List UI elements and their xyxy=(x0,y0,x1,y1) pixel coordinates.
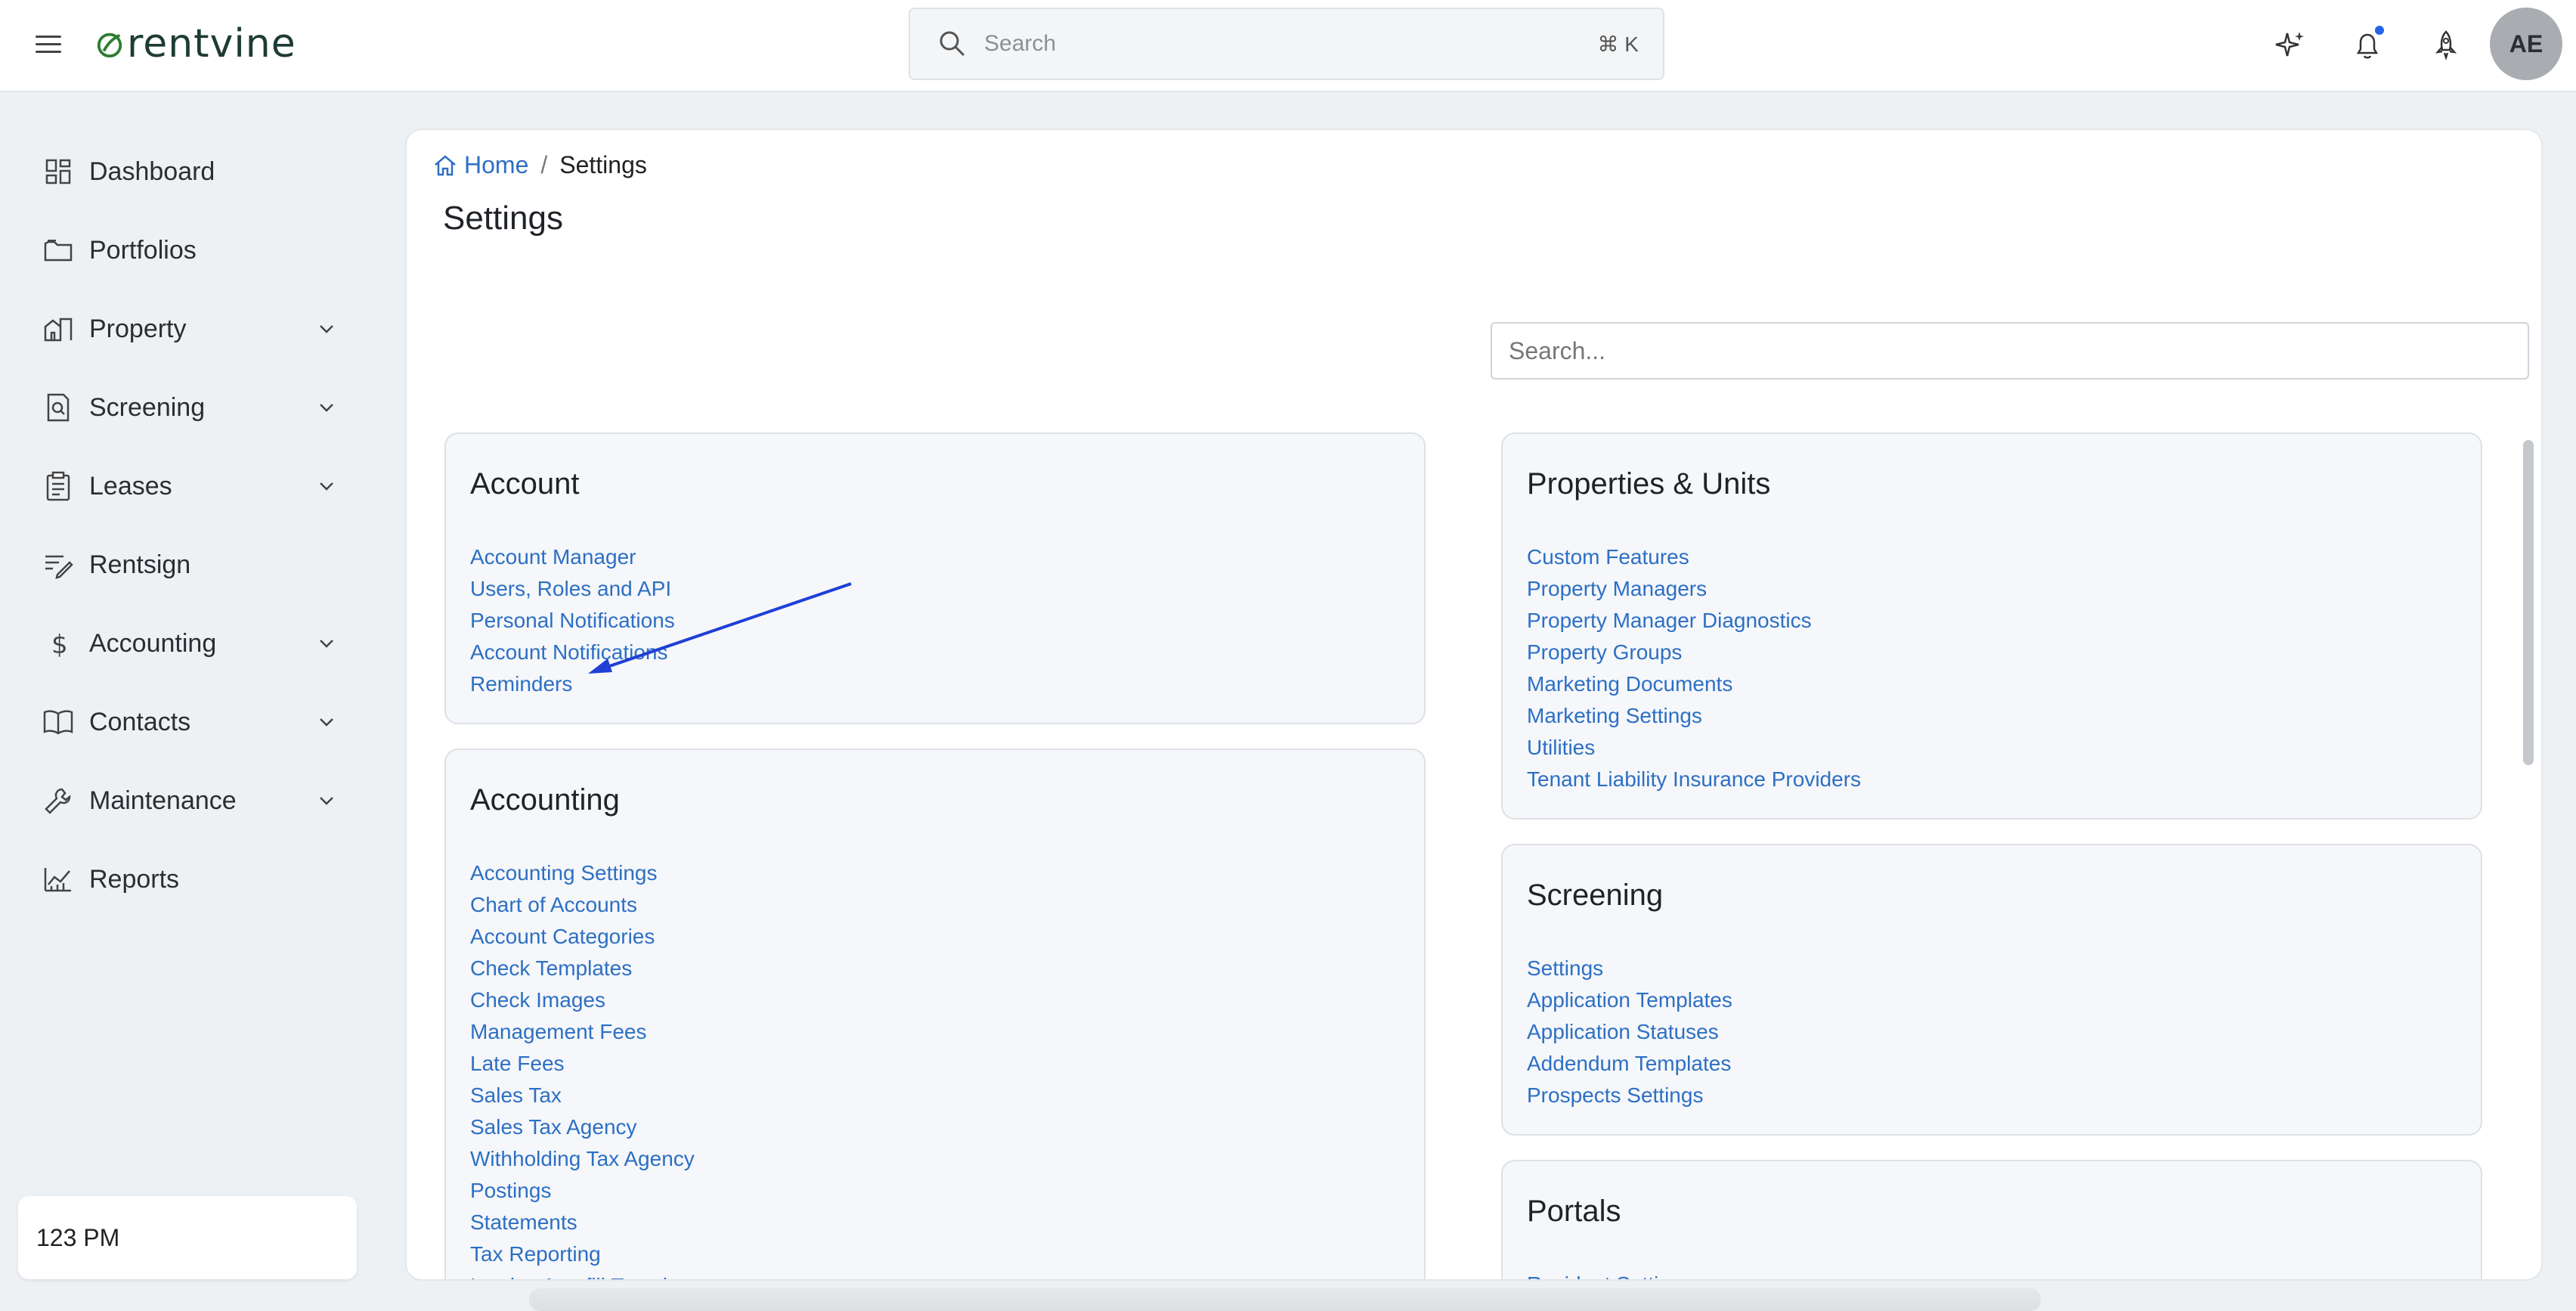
sidebar-item-label: Reports xyxy=(89,864,180,894)
sidebar-item-screening[interactable]: Screening xyxy=(42,381,345,434)
logo-text: rentvine xyxy=(127,21,296,67)
sidebar-item-property[interactable]: Property xyxy=(42,302,345,355)
screening-links: Settings Application Templates Applicati… xyxy=(1527,953,1732,1111)
sidebar-item-dashboard[interactable]: Dashboard xyxy=(42,145,345,198)
sidebar-item-label: Accounting xyxy=(89,628,217,658)
link-invoice-autofill-templates[interactable]: Invoice Autofill Templates xyxy=(470,1270,707,1279)
link-tax-reporting[interactable]: Tax Reporting xyxy=(470,1238,707,1270)
sparkles-icon[interactable] xyxy=(2272,27,2308,64)
link-custom-features[interactable]: Custom Features xyxy=(1527,541,1861,573)
link-late-fees[interactable]: Late Fees xyxy=(470,1048,707,1080)
link-tenant-liability-insurance-providers[interactable]: Tenant Liability Insurance Providers xyxy=(1527,764,1861,795)
screening-card: Screening Settings Application Templates… xyxy=(1501,844,2482,1136)
link-statements[interactable]: Statements xyxy=(470,1207,707,1238)
properties-units-card: Properties & Units Custom Features Prope… xyxy=(1501,432,2482,820)
leaf-icon xyxy=(97,33,122,58)
card-title: Portals xyxy=(1527,1195,1621,1228)
time-widget: 123 PM xyxy=(18,1196,357,1279)
link-sales-tax[interactable]: Sales Tax xyxy=(470,1080,707,1111)
chevron-down-icon xyxy=(320,797,333,805)
link-accounting-settings[interactable]: Accounting Settings xyxy=(470,857,707,889)
sidebar-item-reports[interactable]: Reports xyxy=(42,853,345,906)
link-chart-of-accounts[interactable]: Chart of Accounts xyxy=(470,889,707,921)
settings-panel: Home / Settings Settings Account Account… xyxy=(405,129,2543,1281)
sidebar-item-label: Leases xyxy=(89,471,172,501)
top-bar: rentvine Search ⌘ K AE xyxy=(0,0,2576,92)
link-postings[interactable]: Postings xyxy=(470,1175,707,1207)
global-search[interactable]: Search ⌘ K xyxy=(909,8,1664,80)
link-check-images[interactable]: Check Images xyxy=(470,984,707,1016)
accounting-card: Accounting Accounting Settings Chart of … xyxy=(444,748,1426,1279)
book-icon xyxy=(43,710,73,735)
sign-icon xyxy=(45,555,73,579)
sidebar-item-accounting[interactable]: $ Accounting xyxy=(42,617,345,670)
sidebar-item-label: Contacts xyxy=(89,707,191,736)
chart-icon xyxy=(44,868,71,892)
sidebar-item-portfolios[interactable]: Portfolios xyxy=(42,224,345,277)
link-marketing-documents[interactable]: Marketing Documents xyxy=(1527,668,1861,700)
link-application-statuses[interactable]: Application Statuses xyxy=(1527,1016,1732,1048)
menu-icon[interactable] xyxy=(33,30,63,60)
link-application-templates[interactable]: Application Templates xyxy=(1527,984,1732,1016)
link-property-manager-diagnostics[interactable]: Property Manager Diagnostics xyxy=(1527,605,1861,637)
svg-text:$: $ xyxy=(51,630,68,659)
chevron-down-icon xyxy=(320,718,333,727)
chevron-down-icon xyxy=(320,640,333,648)
link-screening-settings[interactable]: Settings xyxy=(1527,953,1732,984)
dollar-icon: $ xyxy=(51,630,68,659)
card-title: Screening xyxy=(1527,879,1664,912)
chevron-down-icon xyxy=(320,325,333,333)
grid-icon xyxy=(45,159,71,184)
link-check-templates[interactable]: Check Templates xyxy=(470,953,707,984)
sidebar: Dashboard Portfolios Property Screening … xyxy=(0,94,378,1311)
sidebar-item-label: Screening xyxy=(89,392,206,422)
search-placeholder: Search xyxy=(984,31,1057,56)
link-marketing-settings[interactable]: Marketing Settings xyxy=(1527,700,1861,732)
portals-card: Portals Resident Settings xyxy=(1501,1160,2482,1279)
link-addendum-templates[interactable]: Addendum Templates xyxy=(1527,1048,1732,1080)
sidebar-item-label: Property xyxy=(89,314,187,343)
accounting-links: Accounting Settings Chart of Accounts Ac… xyxy=(470,857,707,1279)
link-withholding-tax-agency[interactable]: Withholding Tax Agency xyxy=(470,1143,707,1175)
building-icon xyxy=(44,318,73,342)
link-sales-tax-agency[interactable]: Sales Tax Agency xyxy=(470,1111,707,1143)
link-management-fees[interactable]: Management Fees xyxy=(470,1016,707,1048)
clipboard-icon xyxy=(46,471,70,501)
link-resident-settings[interactable]: Resident Settings xyxy=(1527,1269,1692,1279)
rocket-icon[interactable] xyxy=(2428,27,2464,64)
rentvine-logo[interactable]: rentvine xyxy=(95,20,296,68)
card-title: Accounting xyxy=(470,783,620,817)
card-title: Properties & Units xyxy=(1527,467,1771,501)
horizontal-scrollbar[interactable] xyxy=(529,1288,2041,1311)
sidebar-item-label: Maintenance xyxy=(89,786,237,815)
chevron-down-icon xyxy=(320,482,333,491)
document-search-icon xyxy=(47,393,70,422)
sidebar-item-maintenance[interactable]: Maintenance xyxy=(42,774,345,827)
sidebar-item-leases[interactable]: Leases xyxy=(42,460,345,513)
chevron-down-icon xyxy=(320,404,333,412)
link-account-categories[interactable]: Account Categories xyxy=(470,921,707,953)
portals-links: Resident Settings xyxy=(1527,1269,1692,1279)
user-avatar[interactable]: AE xyxy=(2490,8,2562,80)
wrench-icon xyxy=(45,788,71,814)
sidebar-item-label: Portfolios xyxy=(89,235,197,265)
properties-links: Custom Features Property Managers Proper… xyxy=(1527,541,1861,795)
settings-search-input[interactable] xyxy=(1491,322,2529,380)
link-property-groups[interactable]: Property Groups xyxy=(1527,637,1861,668)
sidebar-item-contacts[interactable]: Contacts xyxy=(42,696,345,748)
link-property-managers[interactable]: Property Managers xyxy=(1527,573,1861,605)
search-icon xyxy=(940,31,965,57)
link-prospects-settings[interactable]: Prospects Settings xyxy=(1527,1080,1732,1111)
annotation-arrow xyxy=(588,582,852,674)
folder-icon xyxy=(44,240,73,262)
sidebar-item-label: Dashboard xyxy=(89,157,215,186)
link-utilities[interactable]: Utilities xyxy=(1527,732,1861,764)
search-shortcut: ⌘ K xyxy=(1597,32,1639,56)
sidebar-item-label: Rentsign xyxy=(89,550,191,579)
scrollbar-thumb[interactable] xyxy=(2523,440,2534,765)
notification-dot xyxy=(2373,24,2386,36)
sidebar-item-rentsign[interactable]: Rentsign xyxy=(42,538,345,591)
